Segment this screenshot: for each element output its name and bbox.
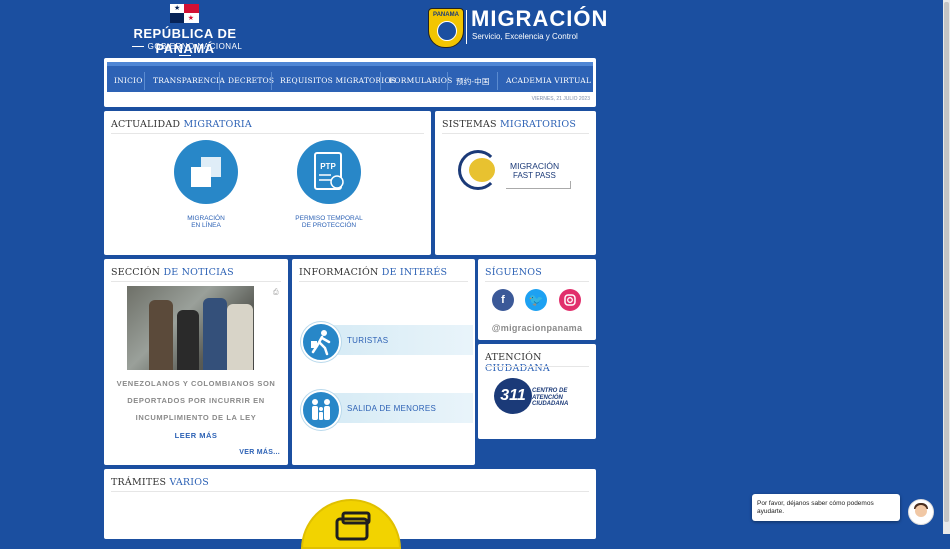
nav-separator: [497, 72, 498, 90]
nav-item-inicio[interactable]: INICIO: [114, 76, 143, 85]
see-more-link[interactable]: VER MÁS...: [239, 449, 280, 456]
noticias-card: SECCIÓN DE NOTICIAS ⎙ VENEZOLANOS Y COLO…: [104, 259, 288, 465]
brand-subtitle: Servicio, Excelencia y Control: [472, 32, 578, 41]
nav-item-china-appointment[interactable]: 预约-中国: [456, 76, 490, 87]
tourist-icon[interactable]: [301, 322, 341, 362]
news-headline-line2[interactable]: DEPORTADOS POR INCURRIR EN: [104, 396, 288, 405]
nav-item-formularios[interactable]: FORMULARIOS: [389, 76, 453, 85]
news-photo[interactable]: [127, 286, 254, 370]
chat-prompt-bubble[interactable]: Por favor, déjanos saber cómo podemos ay…: [752, 494, 900, 521]
fast-pass-line2: FAST PASS: [513, 171, 556, 180]
tramites-card: TRÁMITES VARIOS: [104, 469, 596, 549]
title-rule: [485, 281, 589, 282]
title-rule: [111, 491, 589, 492]
migracion-en-linea-label[interactable]: MIGRACIÓN EN LÍNEA: [164, 215, 248, 229]
citizen-311-logo[interactable]: 311: [494, 378, 532, 414]
siguenos-title: SÍGUENOS: [485, 267, 542, 278]
read-more-link[interactable]: LEER MÁS: [104, 431, 288, 440]
fast-pass-line1: MIGRACIÓN: [510, 161, 560, 171]
title-rule: [111, 281, 281, 282]
twitter-icon[interactable]: 🐦: [525, 289, 547, 311]
tramites-icon[interactable]: [301, 499, 401, 549]
nav-item-decretos[interactable]: DECRETOS: [228, 76, 274, 85]
title-rule: [111, 133, 424, 134]
interes-card: INFORMACIÓN DE INTERÉS TURISTAS SALIDA D…: [292, 259, 475, 465]
header: ★ ★ REPÚBLICA DE PANAMÁ GOBIERNO NACIONAL…: [0, 0, 943, 58]
migracion-shield-icon[interactable]: PANAMA: [428, 8, 464, 48]
atencion-title: ATENCIÓN CIUDADANA: [485, 352, 550, 374]
atencion-card: ATENCIÓN CIUDADANA 311 CENTRO DE ATENCIÓN…: [478, 344, 596, 439]
nav-separator: [144, 72, 145, 90]
chat-assistant-avatar-icon[interactable]: [908, 499, 934, 525]
noticias-title: SECCIÓN DE NOTICIAS: [111, 267, 234, 278]
title-rule: [485, 366, 589, 367]
siguenos-card: SÍGUENOS f 🐦 @migracionpanama: [478, 259, 596, 340]
actualidad-card: ACTUALIDAD MIGRATORIA MIGRACIÓN EN LÍNEA …: [104, 111, 431, 255]
sistemas-card: SISTEMAS MIGRATORIOS MIGRACIÓN FAST PASS: [435, 111, 596, 255]
salida-menores-link[interactable]: SALIDA DE MENORES: [326, 393, 473, 423]
brand-divider: [466, 10, 467, 44]
fast-pass-link[interactable]: MIGRACIÓN FAST PASS: [458, 148, 573, 194]
citizen-center-label[interactable]: CENTRO DE ATENCIÓN CIUDADANA: [532, 388, 568, 408]
interes-title: INFORMACIÓN DE INTERÉS: [299, 267, 448, 278]
social-handle[interactable]: @migracionpanama: [478, 323, 596, 333]
panama-flag-icon: ★ ★: [170, 4, 199, 23]
permiso-temporal-label[interactable]: PERMISO TEMPORAL DE PROTECCIÓN: [284, 215, 374, 229]
nav-separator: [380, 72, 381, 90]
globe-icon: [469, 158, 495, 182]
tramites-title: TRÁMITES VARIOS: [111, 477, 209, 488]
current-date: VIERNES, 21 JULIO 2023: [531, 96, 590, 102]
permiso-temporal-button[interactable]: PTP: [297, 140, 361, 204]
nav-separator: [271, 72, 272, 90]
main-nav: INICIO TRANSPARENCIA DECRETOS REQUISITOS…: [107, 62, 593, 92]
title-rule: [442, 133, 589, 134]
facebook-icon[interactable]: f: [492, 289, 514, 311]
svg-text:PTP: PTP: [320, 162, 336, 171]
family-icon[interactable]: [301, 390, 341, 430]
nav-separator: [447, 72, 448, 90]
nav-separator: [219, 72, 220, 90]
nav-item-transparencia[interactable]: TRANSPARENCIA: [153, 76, 225, 85]
nav-item-academia[interactable]: ACADEMIA VIRTUAL: [506, 76, 591, 85]
fast-pass-underline: [506, 181, 571, 189]
nav-item-requisitos[interactable]: REQUISITOS MIGRATORIOS: [280, 76, 396, 85]
brand-title[interactable]: MIGRACIÓN: [471, 6, 608, 32]
salida-menores-label: SALIDA DE MENORES: [347, 404, 437, 413]
sistemas-title: SISTEMAS MIGRATORIOS: [442, 119, 577, 130]
title-rule: [299, 281, 468, 282]
turistas-link[interactable]: TURISTAS: [326, 325, 473, 355]
news-headline-line3[interactable]: INCUMPLIMIENTO DE LA LEY: [104, 413, 288, 422]
news-headline-line1[interactable]: VENEZOLANOS Y COLOMBIANOS SON: [104, 379, 288, 388]
page-scrollbar[interactable]: [943, 0, 950, 534]
print-icon[interactable]: ⎙: [273, 288, 279, 297]
ptp-document-icon: PTP: [314, 152, 344, 190]
turistas-label: TURISTAS: [347, 336, 389, 345]
squares-icon: [191, 157, 221, 187]
migracion-en-linea-button[interactable]: [174, 140, 238, 204]
scrollbar-thumb[interactable]: [944, 2, 949, 522]
page: ★ ★ REPÚBLICA DE PANAMÁ GOBIERNO NACIONAL…: [0, 0, 943, 549]
actualidad-title: ACTUALIDAD MIGRATORIA: [111, 119, 252, 130]
nav-container: INICIO TRANSPARENCIA DECRETOS REQUISITOS…: [104, 58, 596, 107]
instagram-icon[interactable]: [559, 289, 581, 311]
